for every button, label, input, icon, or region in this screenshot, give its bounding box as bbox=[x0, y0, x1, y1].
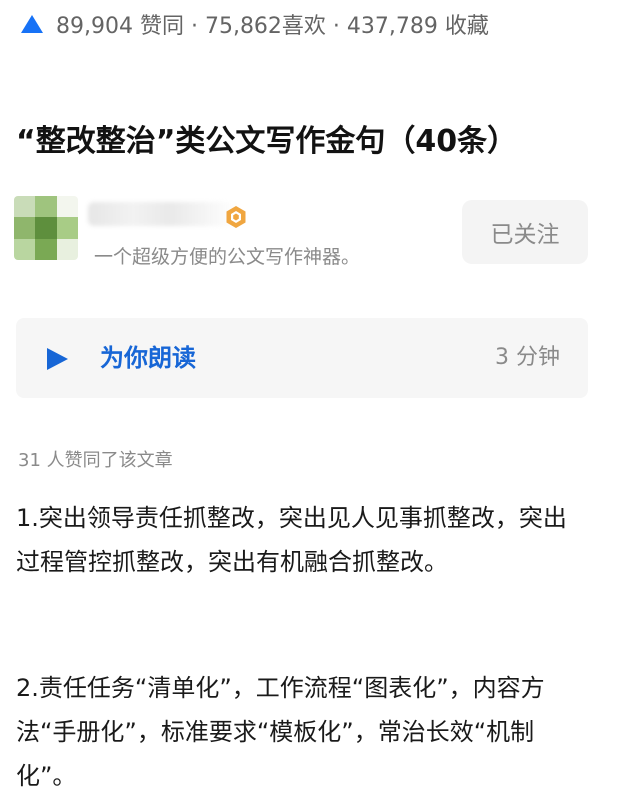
follow-button[interactable]: 已关注 bbox=[462, 200, 588, 264]
read-aloud-bar[interactable]: 为你朗读 3 分钟 bbox=[16, 318, 588, 398]
avatar[interactable] bbox=[14, 196, 78, 260]
article-title: “整改整治”类公文写作金句（40条） bbox=[16, 124, 518, 159]
stats-text: 89,904 赞同 · 75,862喜欢 · 437,789 收藏 bbox=[56, 14, 489, 39]
author-bio: 一个超级方便的公文写作神器。 bbox=[94, 246, 361, 268]
article-paragraph: 2.责任任务“清单化”，工作流程“图表化”，内容方法“手册化”，标准要求“模板化… bbox=[16, 674, 545, 790]
play-icon[interactable] bbox=[44, 346, 70, 376]
upvote-triangle-icon[interactable] bbox=[20, 14, 44, 34]
read-aloud-label: 为你朗读 bbox=[100, 344, 196, 372]
certified-badge-icon bbox=[224, 205, 248, 229]
author-name-blurred[interactable] bbox=[88, 202, 238, 226]
likes-note: 31 人赞同了该文章 bbox=[18, 450, 173, 471]
author-card: 一个超级方便的公文写作神器。 已关注 bbox=[14, 192, 594, 272]
article-paragraph: 1.突出领导责任抓整改，突出见人见事抓整改，突出过程管控抓整改，突出有机融合抓整… bbox=[16, 504, 567, 576]
article-stats: 89,904 赞同 · 75,862喜欢 · 437,789 收藏 bbox=[20, 6, 489, 42]
read-duration: 3 分钟 bbox=[495, 345, 560, 370]
